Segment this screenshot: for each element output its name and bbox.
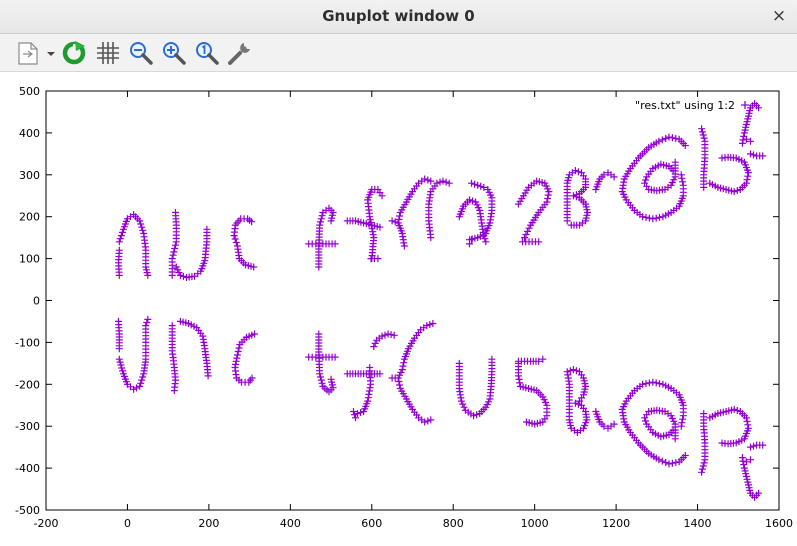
x-tick-label: 1600 bbox=[765, 517, 793, 530]
scatter-chart[interactable]: -200 0 200 400 600 800 1000 1200 1400 1600-500-40… bbox=[0, 72, 797, 546]
series-points bbox=[115, 100, 767, 501]
legend-label: "res.txt" using 1:2 bbox=[635, 99, 735, 112]
y-tick-label: 100 bbox=[19, 253, 40, 266]
y-tick-label: -100 bbox=[15, 336, 40, 349]
replot-button[interactable] bbox=[60, 39, 88, 67]
x-tick-label: 600 bbox=[361, 517, 382, 530]
zoom-previous-button[interactable] bbox=[127, 39, 155, 67]
y-tick-label: -400 bbox=[15, 462, 40, 475]
close-button[interactable]: × bbox=[769, 6, 789, 26]
y-tick-label: 400 bbox=[19, 127, 40, 140]
gnuplot-window: Gnuplot window 0 × -200 0 200 400 600 80… bbox=[0, 0, 797, 546]
toolbar bbox=[0, 34, 797, 72]
autoscale-icon bbox=[196, 42, 219, 65]
zoom-next-icon bbox=[163, 42, 186, 65]
y-tick-label: 300 bbox=[19, 169, 40, 182]
grid-icon bbox=[97, 42, 119, 64]
window-title: Gnuplot window 0 bbox=[322, 7, 475, 25]
title-bar[interactable]: Gnuplot window 0 × bbox=[0, 0, 797, 34]
replot-icon bbox=[62, 41, 86, 65]
x-tick-label: 1000 bbox=[521, 517, 549, 530]
x-tick-label: 200 bbox=[198, 517, 219, 530]
x-tick-label: -200 bbox=[34, 517, 59, 530]
plot-border bbox=[45, 90, 780, 511]
grid-button[interactable] bbox=[94, 39, 122, 67]
y-tick-label: -300 bbox=[15, 420, 40, 433]
y-tick-label: 200 bbox=[19, 211, 40, 224]
plot-area[interactable]: -200 0 200 400 600 800 1000 1200 1400 1600 -500 -40… bbox=[0, 72, 797, 546]
options-button[interactable] bbox=[226, 39, 254, 67]
x-tick-label: 800 bbox=[443, 517, 464, 530]
x-tick-label: 400 bbox=[280, 517, 301, 530]
export-icon bbox=[18, 42, 55, 65]
export-button[interactable] bbox=[14, 39, 58, 67]
zoom-previous-icon bbox=[130, 42, 153, 65]
x-tick-label: 1200 bbox=[602, 517, 630, 530]
autoscale-button[interactable] bbox=[193, 39, 221, 67]
y-tick-label: -500 bbox=[15, 504, 40, 517]
options-icon bbox=[228, 43, 250, 65]
y-tick-label: -200 bbox=[15, 378, 40, 391]
zoom-next-button[interactable] bbox=[160, 39, 188, 67]
y-tick-label: 500 bbox=[19, 85, 40, 98]
x-tick-label: 0 bbox=[124, 517, 131, 530]
x-tick-label: 1400 bbox=[684, 517, 712, 530]
y-tick-label: 0 bbox=[33, 295, 40, 308]
